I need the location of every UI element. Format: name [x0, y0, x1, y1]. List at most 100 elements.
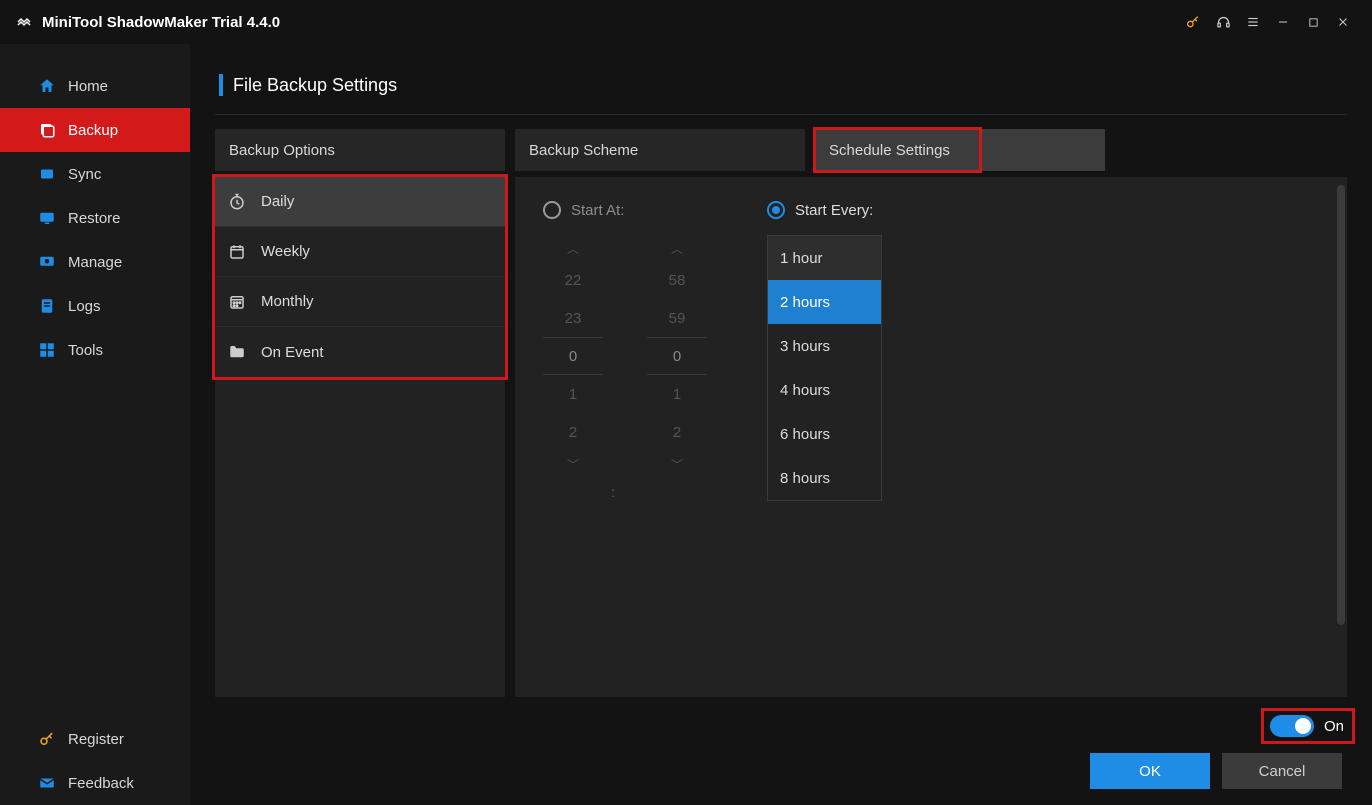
sync-icon: [38, 165, 56, 183]
start-every-group: Start Every: 1 hour 2 hours 3 hours 4 ho…: [767, 201, 882, 501]
sidebar-item-register[interactable]: Register: [0, 717, 190, 761]
schedule-toggle[interactable]: [1270, 715, 1314, 737]
tabs-row: Backup Options Backup Scheme Schedule Se…: [215, 129, 1347, 171]
frequency-label: Daily: [261, 193, 294, 210]
sidebar-item-label: Register: [68, 731, 124, 748]
frequency-highlight: Daily Weekly Monthly On Event: [215, 177, 505, 377]
radio-selected-icon: [767, 201, 785, 219]
mail-icon: [38, 774, 56, 792]
sidebar-item-label: Home: [68, 78, 108, 95]
start-every-label: Start Every:: [795, 202, 873, 219]
chevron-down-icon[interactable]: ﹀: [671, 451, 683, 477]
content-area: File Backup Settings Backup Options Back…: [190, 44, 1372, 805]
tab-label: Backup Options: [229, 142, 335, 159]
app-logo-icon: [14, 12, 34, 32]
frequency-label: Monthly: [261, 293, 314, 310]
time-separator: :: [611, 484, 615, 500]
tab-label: Backup Scheme: [529, 142, 638, 159]
headset-icon[interactable]: [1208, 7, 1238, 37]
scrollbar[interactable]: [1337, 185, 1345, 625]
cancel-button[interactable]: Cancel: [1222, 753, 1342, 789]
sidebar-item-label: Feedback: [68, 775, 134, 792]
sidebar-item-label: Tools: [68, 342, 103, 359]
interval-option[interactable]: 3 hours: [768, 324, 881, 368]
minute-value[interactable]: 59: [647, 299, 707, 337]
sidebar-item-restore[interactable]: Restore: [0, 196, 190, 240]
minute-value[interactable]: 1: [647, 375, 707, 413]
interval-list: 1 hour 2 hours 3 hours 4 hours 6 hours 8…: [767, 235, 882, 501]
sidebar-item-tools[interactable]: Tools: [0, 328, 190, 372]
schedule-panel: Start At: ︿ 22 23 0 1 2 ﹀: [515, 177, 1347, 697]
restore-icon: [38, 209, 56, 227]
tab-backup-options[interactable]: Backup Options: [215, 129, 505, 171]
tools-icon: [38, 341, 56, 359]
frequency-panel: Daily Weekly Monthly On Event: [215, 177, 505, 697]
interval-option-selected[interactable]: 2 hours: [768, 280, 881, 324]
ok-button[interactable]: OK: [1090, 753, 1210, 789]
minute-value-selected[interactable]: 0: [647, 337, 707, 375]
hour-value[interactable]: 23: [543, 299, 603, 337]
sidebar-item-logs[interactable]: Logs: [0, 284, 190, 328]
folder-icon: [227, 343, 247, 361]
chevron-up-icon[interactable]: ︿: [567, 235, 579, 261]
minute-column[interactable]: ︿ 58 59 0 1 2 ﹀: [647, 235, 707, 477]
interval-option[interactable]: 4 hours: [768, 368, 881, 412]
sidebar-item-sync[interactable]: Sync: [0, 152, 190, 196]
hour-value[interactable]: 22: [543, 261, 603, 299]
interval-option[interactable]: 8 hours: [768, 456, 881, 500]
calendar-month-icon: [227, 293, 247, 311]
manage-icon: [38, 253, 56, 271]
sidebar-item-manage[interactable]: Manage: [0, 240, 190, 284]
frequency-label: On Event: [261, 344, 324, 361]
minute-value[interactable]: 2: [647, 413, 707, 451]
chevron-down-icon[interactable]: ﹀: [567, 451, 579, 477]
backup-icon: [38, 121, 56, 139]
menu-icon[interactable]: [1238, 7, 1268, 37]
tab-label: Schedule Settings: [829, 142, 950, 159]
sidebar-item-home[interactable]: Home: [0, 64, 190, 108]
title-accent: [219, 74, 223, 96]
start-every-radio[interactable]: Start Every:: [767, 201, 882, 219]
chevron-up-icon[interactable]: ︿: [671, 235, 683, 261]
sidebar-item-label: Restore: [68, 210, 121, 227]
sidebar: Home Backup Sync Restore Manage Logs Too…: [0, 44, 190, 805]
sidebar-item-label: Logs: [68, 298, 101, 315]
sidebar-item-backup[interactable]: Backup: [0, 108, 190, 152]
titlebar: MiniTool ShadowMaker Trial 4.4.0: [0, 0, 1372, 44]
start-at-group: Start At: ︿ 22 23 0 1 2 ﹀: [543, 201, 707, 501]
hour-column[interactable]: ︿ 22 23 0 1 2 ﹀: [543, 235, 603, 477]
close-button[interactable]: [1328, 7, 1358, 37]
time-spinner[interactable]: ︿ 22 23 0 1 2 ﹀ :: [543, 235, 707, 477]
logs-icon: [38, 297, 56, 315]
interval-option[interactable]: 1 hour: [768, 236, 881, 280]
radio-unselected-icon: [543, 201, 561, 219]
interval-option[interactable]: 6 hours: [768, 412, 881, 456]
calendar-week-icon: [227, 243, 247, 261]
minute-value[interactable]: 58: [647, 261, 707, 299]
clock-icon: [227, 193, 247, 211]
register-key-icon[interactable]: [1178, 7, 1208, 37]
sidebar-item-label: Backup: [68, 122, 118, 139]
footer-buttons: OK Cancel: [1090, 753, 1342, 789]
minimize-button[interactable]: [1268, 7, 1298, 37]
hour-value-selected[interactable]: 0: [543, 337, 603, 375]
sidebar-item-feedback[interactable]: Feedback: [0, 761, 190, 805]
schedule-tab-highlight: Schedule Settings: [815, 129, 980, 171]
hour-value[interactable]: 2: [543, 413, 603, 451]
frequency-monthly[interactable]: Monthly: [215, 277, 505, 327]
app-title: MiniTool ShadowMaker Trial 4.4.0: [42, 14, 280, 31]
tab-backup-scheme[interactable]: Backup Scheme: [515, 129, 805, 171]
schedule-toggle-highlight: On: [1264, 711, 1352, 741]
sidebar-item-label: Sync: [68, 166, 101, 183]
frequency-weekly[interactable]: Weekly: [215, 227, 505, 277]
maximize-button[interactable]: [1298, 7, 1328, 37]
key-icon: [38, 730, 56, 748]
start-at-radio[interactable]: Start At:: [543, 201, 707, 219]
hour-value[interactable]: 1: [543, 375, 603, 413]
frequency-daily[interactable]: Daily: [215, 177, 505, 227]
frequency-on-event[interactable]: On Event: [215, 327, 505, 377]
page-title: File Backup Settings: [233, 75, 397, 96]
tab-schedule-settings[interactable]: Schedule Settings: [815, 129, 1105, 171]
home-icon: [38, 77, 56, 95]
sidebar-item-label: Manage: [68, 254, 122, 271]
